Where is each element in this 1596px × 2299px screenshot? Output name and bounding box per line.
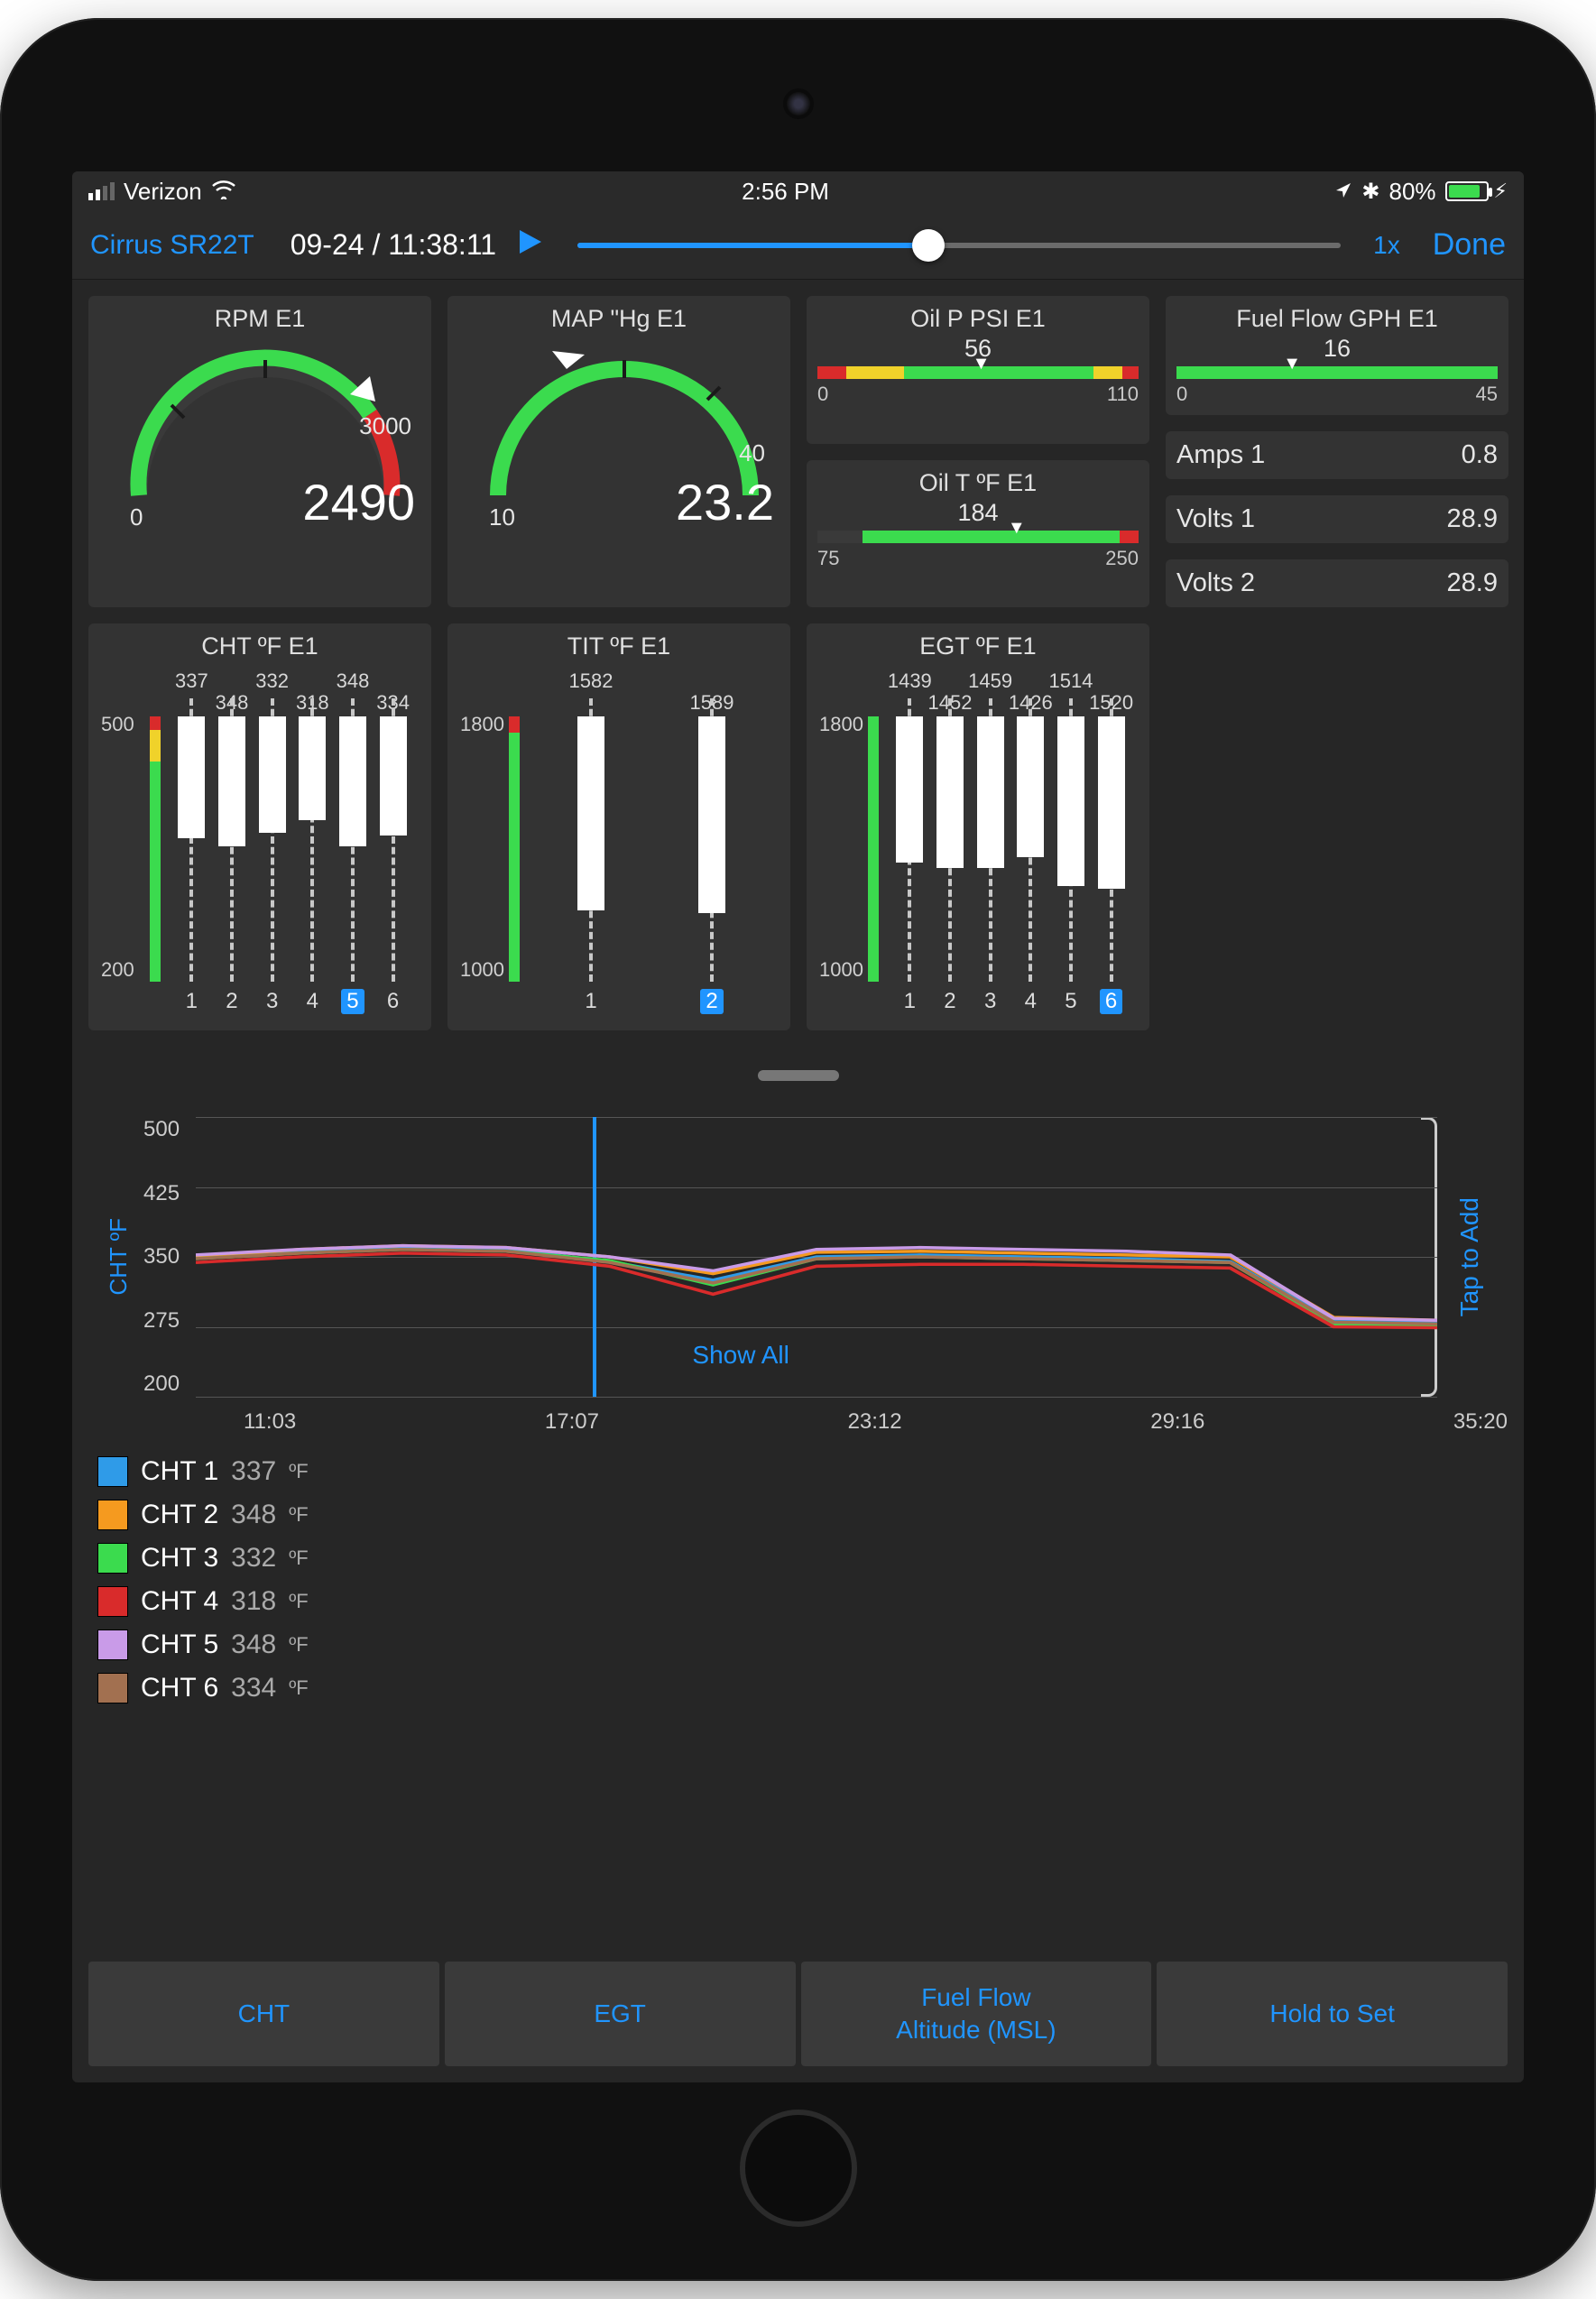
camera-dot (787, 92, 810, 115)
rpm-min: 0 (130, 503, 143, 531)
map-max: 40 (739, 439, 765, 467)
legend-item[interactable]: CHT 4318ºF (97, 1586, 1499, 1617)
carrier-label: Verizon (124, 178, 202, 206)
rpm-value: 2490 (302, 473, 415, 531)
status-bar: Verizon 2:56 PM ✱ 80% ⚡︎ (72, 171, 1524, 211)
chart-xaxis: 11:0317:0723:1229:1635:20 (244, 1409, 1508, 1435)
playback-timestamp: 09-24 / 11:38:11 (291, 228, 496, 262)
tab-hold-set[interactable]: Hold to Set (1157, 1962, 1508, 2066)
legend-item[interactable]: CHT 2348ºF (97, 1500, 1499, 1530)
amps-row[interactable]: Amps 10.8 (1166, 431, 1508, 479)
battery-pct-label: 80% (1388, 178, 1435, 206)
rpm-gauge-panel[interactable]: RPM E1 0 3000 2490 (88, 296, 431, 607)
volts1-row[interactable]: Volts 128.9 (1166, 495, 1508, 543)
playback-slider[interactable] (563, 243, 1355, 248)
legend-item[interactable]: CHT 1337ºF (97, 1456, 1499, 1487)
show-all-button[interactable]: Show All (692, 1341, 789, 1370)
bottom-tab-bar: CHT EGT Fuel FlowAltitude (MSL) Hold to … (88, 1962, 1508, 2066)
bluetooth-icon: ✱ (1361, 179, 1379, 205)
map-gauge-panel[interactable]: MAP "Hg E1 10 40 23.2 (447, 296, 790, 607)
wifi-icon (211, 178, 236, 206)
nav-bar: Cirrus SR22T 09-24 / 11:38:11 1x Done (72, 211, 1524, 280)
chart-legend: CHT 1337ºF CHT 2348ºF CHT 3332ºF CHT 4318ºF… (72, 1435, 1524, 1738)
legend-item[interactable]: CHT 6334ºF (97, 1673, 1499, 1703)
tab-egt[interactable]: EGT (445, 1962, 796, 2066)
done-button[interactable]: Done (1433, 227, 1506, 263)
battery-icon: ⚡︎ (1445, 180, 1508, 203)
fuel-value: 16 (1176, 335, 1498, 363)
ipad-frame: Verizon 2:56 PM ✱ 80% ⚡︎ Cirrus SR22T (0, 18, 1596, 2281)
location-icon (1334, 178, 1352, 206)
play-button[interactable] (514, 226, 545, 263)
map-value: 23.2 (676, 473, 774, 531)
egt-bar-panel[interactable]: EGT ºF E1 180010001439114522145931426415… (807, 623, 1149, 1030)
rpm-title: RPM E1 (99, 305, 420, 333)
fuel-flow-panel[interactable]: Fuel Flow GPH E1 16 ▼ 045 (1166, 296, 1508, 415)
signal-icon (88, 182, 115, 200)
legend-item[interactable]: CHT 3332ºF (97, 1543, 1499, 1574)
line-chart-panel[interactable]: CHT ºF 500425350275200 Show All Tap to A… (88, 1104, 1508, 1404)
tit-bar-panel[interactable]: TIT ºF E1 180010001582115892 (447, 623, 790, 1030)
oilp-bar: ▼ (817, 366, 1139, 379)
tab-fuel-alt[interactable]: Fuel FlowAltitude (MSL) (801, 1962, 1152, 2066)
rpm-max: 3000 (359, 412, 411, 440)
oil-temp-panel[interactable]: Oil T ºF E1 184 ▼ 75250 (807, 460, 1149, 608)
aircraft-title[interactable]: Cirrus SR22T (90, 230, 254, 261)
drag-handle[interactable] (758, 1070, 839, 1081)
playback-speed[interactable]: 1x (1373, 231, 1400, 260)
oilt-value: 184 (817, 499, 1139, 527)
chart-ylabel: CHT ºF (105, 1218, 133, 1296)
cht-bar-panel[interactable]: CHT ºF E1 500200337134823323318434853346 (88, 623, 431, 1030)
home-button[interactable] (740, 2110, 857, 2227)
oilt-bar: ▼ (817, 531, 1139, 543)
tap-to-add[interactable]: Tap to Add (1448, 1197, 1491, 1316)
tab-cht[interactable]: CHT (88, 1962, 439, 2066)
volts2-row[interactable]: Volts 228.9 (1166, 559, 1508, 607)
legend-item[interactable]: CHT 5348ºF (97, 1630, 1499, 1660)
screen: Verizon 2:56 PM ✱ 80% ⚡︎ Cirrus SR22T (72, 171, 1524, 2082)
chart-plot[interactable]: Show All (196, 1117, 1437, 1397)
map-title: MAP "Hg E1 (458, 305, 780, 333)
map-min: 10 (489, 503, 515, 531)
fuel-bar: ▼ (1176, 366, 1498, 379)
oil-pressure-panel[interactable]: Oil P PSI E1 56 ▼ 0110 (807, 296, 1149, 444)
clock-label: 2:56 PM (742, 178, 829, 206)
